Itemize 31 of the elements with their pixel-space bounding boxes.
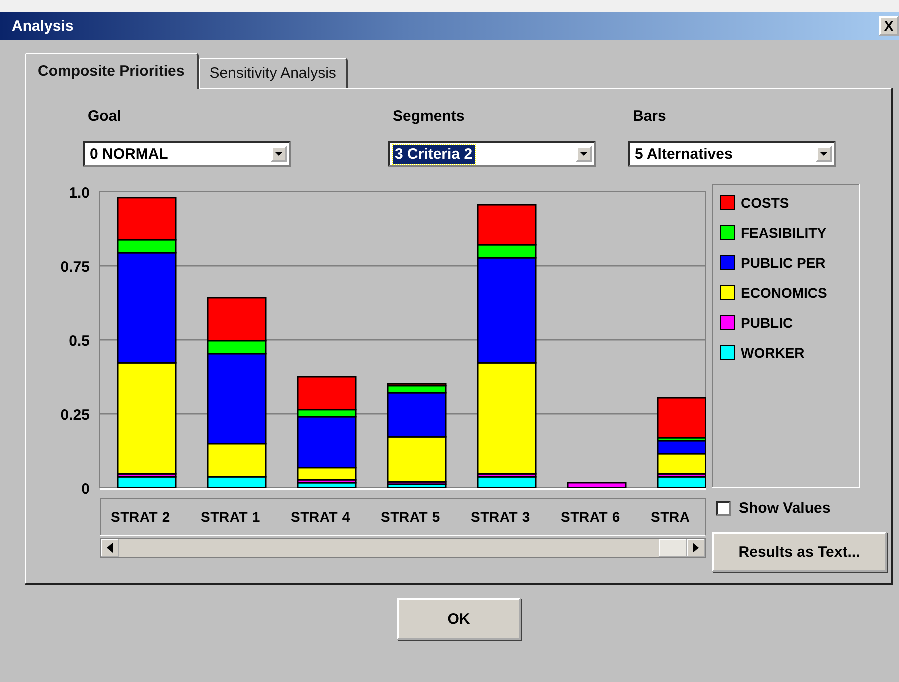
category-label: STRAT 2: [111, 509, 170, 525]
category-label: STRAT 1: [201, 509, 260, 525]
legend-label: FEASIBILITY: [741, 224, 827, 240]
axis-tick-label: 1.0: [69, 185, 90, 202]
legend-label: PUBLIC PER: [741, 254, 826, 270]
axis-tick-label: 0.75: [60, 259, 90, 276]
legend-label: PUBLIC: [741, 314, 794, 330]
tab[interactable]: Sensitivity Analysis: [198, 58, 348, 88]
axis-tick-label: 0.25: [60, 407, 90, 424]
dropdown[interactable]: 3 Criteria 2: [388, 141, 596, 167]
dropdown-label: Segments: [393, 108, 466, 127]
results-button[interactable]: Results as Text...: [712, 532, 887, 572]
dropdown-label: Bars: [633, 108, 668, 127]
category-label: STRAT 5: [381, 509, 440, 525]
close-button[interactable]: X: [879, 16, 899, 36]
category-label: STRAT 3: [471, 509, 530, 525]
legend-label: WORKER: [741, 344, 805, 360]
dropdown-label: Goal: [88, 108, 122, 127]
tab[interactable]: Composite Priorities: [25, 53, 199, 89]
legend-label: COSTS: [741, 194, 790, 210]
dropdown[interactable]: 0 NORMAL: [83, 141, 291, 167]
dropdown[interactable]: 5 Alternatives: [628, 141, 836, 167]
ok-button[interactable]: OK: [397, 598, 521, 640]
axis-tick-label: 0.5: [69, 333, 90, 350]
category-label: STRAT 4: [291, 509, 350, 525]
checkbox-label: Show Values: [739, 500, 831, 517]
category-label: STRA: [651, 509, 690, 525]
window-title: Analysis: [12, 18, 74, 34]
category-label: STRAT 6: [561, 509, 620, 525]
axis-tick-label: 0: [82, 481, 90, 494]
legend-label: ECONOMICS: [741, 284, 828, 300]
